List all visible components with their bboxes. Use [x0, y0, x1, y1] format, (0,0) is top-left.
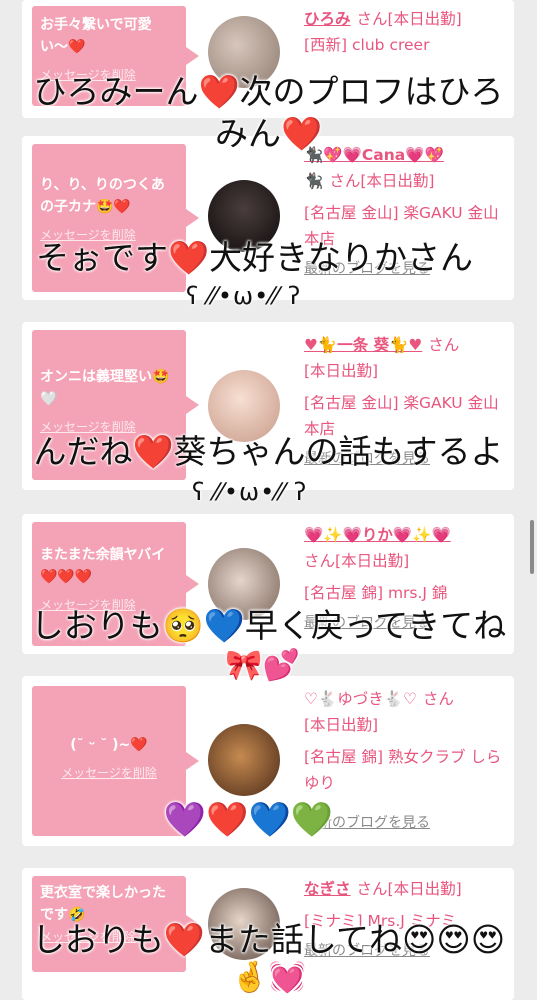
message-text: オンニは義理堅い🤩🤍 — [40, 369, 170, 407]
shop-name: [名古屋 錦] mrs.J 錦 — [304, 584, 448, 602]
message-bubble: (˘ ᵕ ˘ )~❤️ メッセージを削除 — [32, 686, 199, 836]
latest-blog-link[interactable]: 最新のブログを見る — [304, 256, 510, 282]
profile-name-link[interactable]: ♡🐇ゆづき🐇♡ — [304, 690, 417, 708]
profile-info: 💗✨💗りか💗✨💗 さん[本日出勤] [名古屋 錦] mrs.J 錦 最新のブログ… — [304, 522, 510, 636]
honorific: さん — [422, 690, 454, 708]
message-bubble: り、り、りのつくあの子カナ🤩❤️ メッセージを削除 — [32, 144, 199, 292]
shop-name: [名古屋 金山] 楽GAKU 金山本店 — [304, 204, 499, 248]
honorific: さん — [304, 552, 336, 570]
status-badge: [本日出勤] — [335, 552, 410, 570]
delete-message-link[interactable]: メッセージを削除 — [40, 416, 178, 438]
avatar[interactable] — [208, 16, 280, 88]
scrollbar[interactable] — [530, 520, 534, 574]
avatar[interactable] — [208, 888, 280, 960]
honorific: さん — [428, 336, 460, 354]
profile-name-link[interactable]: なぎさ — [304, 880, 351, 898]
shop-name: [名古屋 錦] 熟女クラブ しらゆり — [304, 748, 502, 792]
profile-name-link[interactable]: ひろみ — [304, 10, 351, 28]
avatar[interactable] — [208, 370, 280, 442]
message-card: オンニは義理堅い🤩🤍 メッセージを削除 ♥🐈一条 葵🐈♥ さん [本日出勤] [名… — [22, 322, 514, 490]
delete-message-link[interactable]: メッセージを削除 — [40, 762, 178, 784]
status-badge: [本日出勤] — [387, 880, 462, 898]
message-card: お手々繋いで可愛い〜❤️ メッセージを削除 ひろみ さん[本日出勤] [西新] c… — [22, 0, 514, 118]
shop-name: [名古屋 金山] 楽GAKU 金山本店 — [304, 394, 499, 438]
latest-blog-link[interactable]: 最新のブログを見る — [304, 446, 510, 472]
status-badge: [本日出勤] — [304, 716, 379, 734]
kaomoji-sticker: ʕ ⁄⁄•ω•⁄⁄ ʔ — [186, 282, 302, 310]
message-bubble: オンニは義理堅い🤩🤍 メッセージを削除 — [32, 330, 199, 480]
profile-name-link[interactable]: 🐈‍⬛💖💗Cana💗💖 — [304, 146, 444, 164]
latest-blog-link[interactable]: 最新のブログを見る — [304, 938, 510, 964]
message-bubble: 更衣室で楽しかったです🤣 メッセージを削除 — [32, 876, 199, 972]
profile-name-link[interactable]: 💗✨💗りか💗✨💗 — [304, 526, 451, 544]
profile-info: 🐈‍⬛💖💗Cana💗💖 🐈‍⬛ さん[本日出勤] [名古屋 金山] 楽GAKU 金… — [304, 142, 510, 282]
name-emoji: 🐈‍⬛ — [304, 172, 324, 190]
message-text: またまた余韻ヤバイ❤️❤️❤️ — [40, 547, 166, 585]
delete-message-link[interactable]: メッセージを削除 — [40, 594, 178, 616]
status-badge: [本日出勤] — [360, 172, 435, 190]
message-text: り、り、りのつくあの子カナ🤩❤️ — [40, 177, 165, 215]
delete-message-link[interactable]: メッセージを削除 — [40, 926, 178, 948]
message-text: (˘ ᵕ ˘ )~❤️ — [70, 737, 148, 753]
message-card: り、り、りのつくあの子カナ🤩❤️ メッセージを削除 🐈‍⬛💖💗Cana💗💖 🐈‍… — [22, 136, 514, 300]
message-text: お手々繋いで可愛い〜❤️ — [40, 17, 152, 55]
message-text: 更衣室で楽しかったです🤣 — [40, 885, 166, 923]
kaomoji-sticker: ʕ ⁄⁄•ω•⁄⁄ ʔ — [192, 478, 308, 506]
profile-info: ひろみ さん[本日出勤] [西新] club creer — [304, 6, 510, 58]
message-card: またまた余韻ヤバイ❤️❤️❤️ メッセージを削除 💗✨💗りか💗✨💗 さん[本日出… — [22, 514, 514, 654]
profile-info: ♡🐇ゆづき🐇♡ さん [本日出勤] [名古屋 錦] 熟女クラブ しらゆり 最新のブ… — [304, 686, 510, 836]
message-card: (˘ ᵕ ˘ )~❤️ メッセージを削除 ♡🐇ゆづき🐇♡ さん [本日出勤] [名… — [22, 676, 514, 846]
avatar[interactable] — [208, 548, 280, 620]
profile-name-link[interactable]: ♥🐈一条 葵🐈♥ — [304, 336, 422, 354]
message-card: 更衣室で楽しかったです🤣 メッセージを削除 なぎさ さん[本日出勤] [ミナミ] … — [22, 868, 514, 1000]
honorific: さん — [356, 880, 388, 898]
avatar[interactable] — [208, 180, 280, 252]
delete-message-link[interactable]: メッセージを削除 — [40, 64, 178, 86]
shop-name: [西新] club creer — [304, 36, 430, 54]
delete-message-link[interactable]: メッセージを削除 — [40, 224, 178, 246]
latest-blog-link[interactable]: 最新のブログを見る — [304, 810, 510, 836]
status-badge: [本日出勤] — [387, 10, 462, 28]
avatar[interactable] — [208, 724, 280, 796]
message-bubble: お手々繋いで可愛い〜❤️ メッセージを削除 — [32, 6, 199, 106]
shop-name: [ミナミ] Mrs.J ミナミ — [304, 912, 457, 930]
honorific: さん — [356, 10, 388, 28]
status-badge: [本日出勤] — [304, 362, 379, 380]
latest-blog-link[interactable]: 最新のブログを見る — [304, 610, 510, 636]
profile-info: なぎさ さん[本日出勤] [ミナミ] Mrs.J ミナミ 最新のブログを見る — [304, 876, 510, 964]
honorific: さん — [329, 172, 361, 190]
profile-info: ♥🐈一条 葵🐈♥ さん [本日出勤] [名古屋 金山] 楽GAKU 金山本店 最新… — [304, 332, 510, 472]
message-bubble: またまた余韻ヤバイ❤️❤️❤️ メッセージを削除 — [32, 522, 199, 646]
